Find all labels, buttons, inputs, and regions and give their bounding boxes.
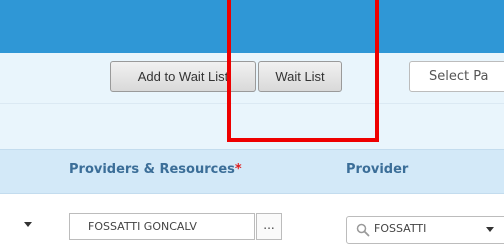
caret-down-icon[interactable] [486,227,494,232]
column-header-provider: Provider [346,162,409,177]
search-icon [356,223,370,237]
wait-list-button[interactable]: Wait List [258,61,342,92]
providers-resources-label: Providers & Resources [69,162,235,177]
app-page: Add to Wait List Wait List Select Pa Pro… [0,0,504,246]
top-header-bar [0,0,504,53]
required-marker: * [234,162,242,177]
column-header-providers-resources: Providers & Resources* [69,162,242,177]
select-patient-dropdown[interactable]: Select Pa [409,61,504,92]
add-to-wait-list-button[interactable]: Add to Wait List [110,61,256,92]
caret-down-icon[interactable] [24,222,32,227]
select-patient-placeholder: Select Pa [429,69,489,84]
resource-field[interactable]: FOSSATTI GONCALV [69,213,255,240]
resource-lookup-button[interactable]: ... [256,213,282,240]
provider-value: FOSSATTI [374,222,427,235]
filter-band [0,104,504,149]
resource-value: FOSSATTI GONCALV [88,220,197,233]
